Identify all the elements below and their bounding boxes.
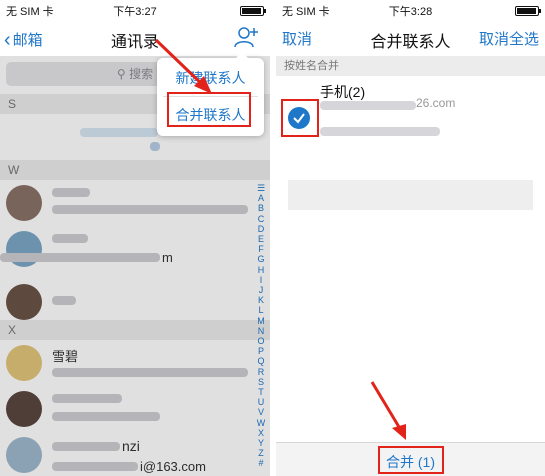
battery-icon [515, 6, 541, 16]
status-bar: 无 SIM 卡 下午3:28 [276, 0, 545, 20]
person-add-icon[interactable] [234, 26, 258, 48]
contact-title: 手机(2) [320, 84, 366, 100]
group-header: 按姓名合并 [276, 56, 545, 76]
clock: 下午3:27 [113, 6, 157, 18]
clock: 下午3:28 [388, 6, 433, 18]
nav-bar: ‹ 邮箱 通讯录 [0, 20, 270, 56]
contacts-screen: 无 SIM 卡 下午3:27 ‹ 邮箱 通讯录 ⚲ 搜索 S W m X 雪碧 … [0, 0, 270, 476]
merge-contacts-screen: 无 SIM 卡 下午3:28 取消 合并联系人 取消全选 按姓名合并 手机(2)… [276, 0, 545, 476]
page-title: 通讯录 [110, 34, 159, 51]
row-text: 26.com [416, 96, 456, 110]
deselect-all-button[interactable]: 取消全选 [479, 28, 539, 49]
blurred-text [320, 101, 416, 110]
arrow-annotation [370, 381, 406, 440]
placeholder-block [288, 180, 533, 210]
highlight-box [378, 446, 444, 474]
highlight-box [281, 99, 319, 137]
blurred-text [320, 127, 440, 136]
status-bar: 无 SIM 卡 下午3:27 [0, 0, 270, 20]
arrow-annotation [154, 38, 212, 94]
nav-bar: 取消 合并联系人 取消全选 [276, 20, 545, 56]
battery-icon [240, 6, 266, 16]
